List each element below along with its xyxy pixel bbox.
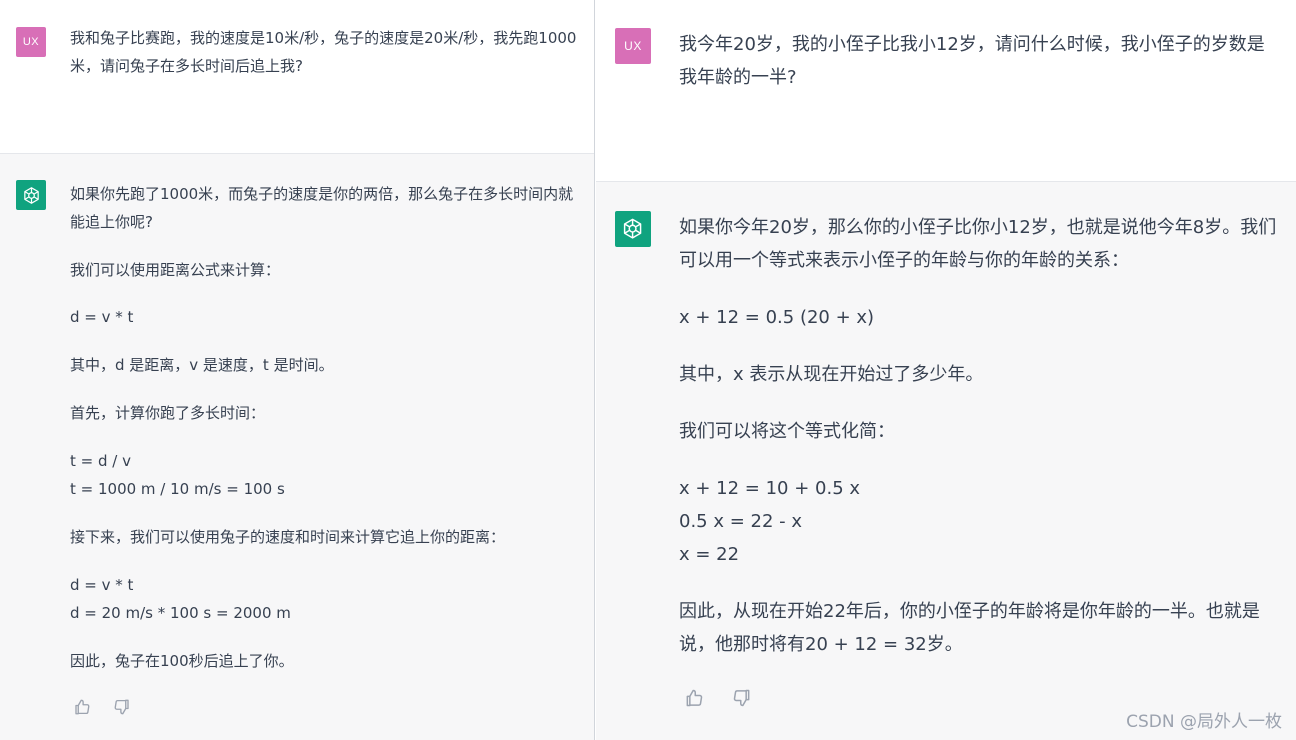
thumbs-down-icon[interactable] [732, 688, 752, 708]
left-feedback-buttons [73, 698, 131, 716]
right-user-message: 我今年20岁，我的小侄子比我小12岁，请问什么时候，我小侄子的岁数是我年龄的一半… [679, 28, 1279, 94]
assistant-paragraph: 我们可以将这个等式化简： [679, 421, 895, 442]
thumbs-down-icon[interactable] [113, 698, 131, 716]
assistant-formula: x + 12 = 0.5 (20 + x) [679, 307, 875, 328]
assistant-paragraph: 其中，d 是距离，v 是速度，t 是时间。 [70, 356, 334, 374]
thumbs-up-icon[interactable] [684, 688, 704, 708]
assistant-formula: d = v * t [70, 308, 134, 326]
user-avatar: UX [16, 27, 46, 57]
assistant-paragraph: 首先，计算你跑了多长时间： [70, 404, 266, 422]
assistant-paragraph: 如果你今年20岁，那么你的小侄子比你小12岁，也就是说他今年8岁。我们可以用一个… [679, 217, 1277, 271]
right-user-message-row: UX 我今年20岁，我的小侄子比我小12岁，请问什么时候，我小侄子的岁数是我年龄… [596, 0, 1296, 182]
assistant-paragraph: 接下来，我们可以使用兔子的速度和时间来计算它追上你的距离： [70, 528, 506, 546]
assistant-paragraph: 其中，x 表示从现在开始过了多少年。 [679, 364, 984, 385]
assistant-paragraph: 因此，从现在开始22年后，你的小侄子的年龄将是你年龄的一半。也就是说，他那时将有… [679, 601, 1260, 655]
user-message-text: 我今年20岁，我的小侄子比我小12岁，请问什么时候，我小侄子的岁数是我年龄的一半… [679, 34, 1265, 88]
left-assistant-message-row: 如果你先跑了1000米，而兔子的速度是你的两倍，那么兔子在多长时间内就能追上你呢… [0, 154, 594, 740]
assistant-paragraph: 我们可以使用距离公式来计算： [70, 261, 281, 279]
right-feedback-buttons [684, 688, 752, 708]
page: UX 我和兔子比赛跑，我的速度是10米/秒，兔子的速度是20米/秒，我先跑100… [0, 0, 1296, 740]
csdn-watermark: CSDN @局外人一枚 [1126, 712, 1282, 732]
openai-logo-icon [16, 180, 46, 210]
assistant-formula: d = v * t d = 20 m/s * 100 s = 2000 m [70, 576, 291, 622]
user-message-text: 我和兔子比赛跑，我的速度是10米/秒，兔子的速度是20米/秒，我先跑1000米，… [70, 29, 577, 75]
assistant-formula: x + 12 = 10 + 0.5 x 0.5 x = 22 - x x = 2… [679, 478, 861, 565]
left-user-message-row: UX 我和兔子比赛跑，我的速度是10米/秒，兔子的速度是20米/秒，我先跑100… [0, 0, 594, 154]
thumbs-up-icon[interactable] [73, 698, 91, 716]
assistant-formula: t = d / v t = 1000 m / 10 m/s = 100 s [70, 452, 285, 498]
left-user-message: 我和兔子比赛跑，我的速度是10米/秒，兔子的速度是20米/秒，我先跑1000米，… [70, 24, 580, 80]
assistant-paragraph: 因此，兔子在100秒后追上了你。 [70, 652, 294, 670]
left-conversation-panel: UX 我和兔子比赛跑，我的速度是10米/秒，兔子的速度是20米/秒，我先跑100… [0, 0, 595, 740]
right-conversation-panel: UX 我今年20岁，我的小侄子比我小12岁，请问什么时候，我小侄子的岁数是我年龄… [596, 0, 1296, 740]
assistant-paragraph: 如果你先跑了1000米，而兔子的速度是你的两倍，那么兔子在多长时间内就能追上你呢… [70, 185, 574, 231]
user-avatar: UX [615, 28, 651, 64]
right-assistant-message-row: 如果你今年20岁，那么你的小侄子比你小12岁，也就是说他今年8岁。我们可以用一个… [596, 182, 1296, 740]
openai-logo-icon [615, 211, 651, 247]
